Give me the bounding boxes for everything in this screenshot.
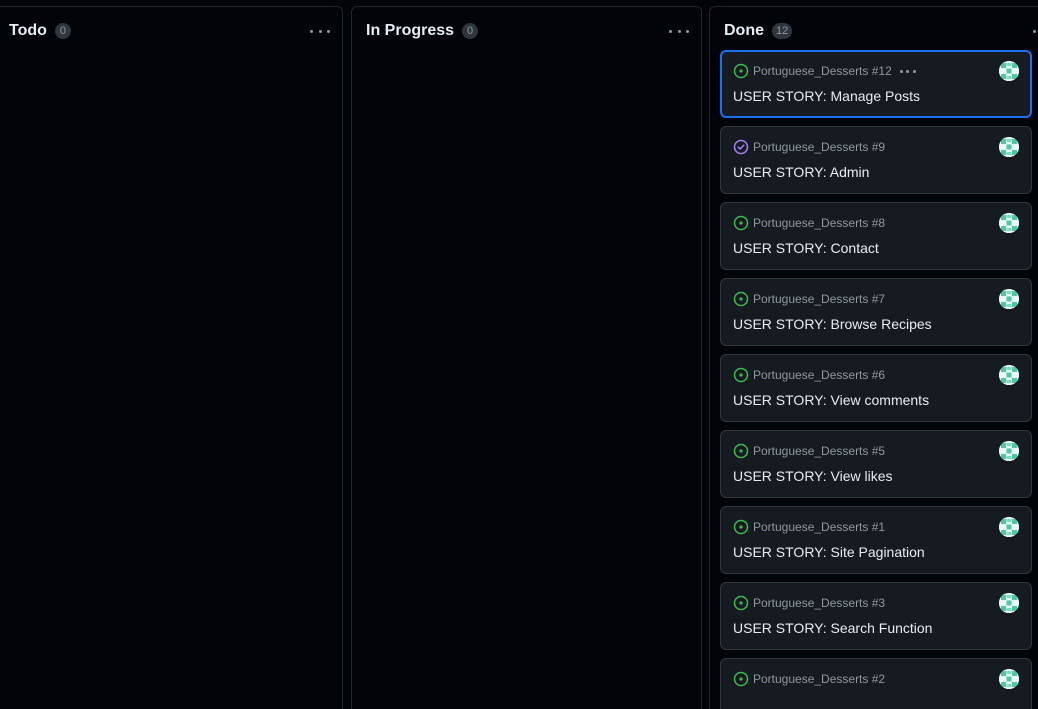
issue-reference[interactable]: Portuguese_Desserts #5: [753, 444, 885, 458]
card-meta: Portuguese_Desserts #7: [733, 291, 885, 307]
column-done: Done 12 Portuguese_Desserts #12 USER STO…: [709, 6, 1038, 709]
issue-title[interactable]: USER STORY: View comments: [733, 392, 929, 408]
issue-opened-icon: [733, 63, 749, 79]
column-title: Todo: [9, 22, 47, 39]
issue-title[interactable]: USER STORY: Browse Recipes: [733, 316, 932, 332]
issue-opened-icon: [733, 215, 749, 231]
column-header: Done 12: [710, 21, 1038, 41]
column-count-badge: 0: [54, 23, 71, 39]
card-meta: Portuguese_Desserts #3: [733, 595, 885, 611]
card-meta: Portuguese_Desserts #2: [733, 671, 885, 687]
column-header: Todo 0: [0, 21, 342, 41]
card-menu-icon[interactable]: [899, 69, 916, 73]
assignee-avatar[interactable]: [999, 137, 1019, 157]
issue-reference[interactable]: Portuguese_Desserts #8: [753, 216, 885, 230]
column-title: In Progress: [366, 22, 455, 39]
issue-title[interactable]: USER STORY: View likes: [733, 468, 893, 484]
issue-title[interactable]: USER STORY: Admin: [733, 164, 869, 180]
issue-reference[interactable]: Portuguese_Desserts #1: [753, 520, 885, 534]
column-in-progress: In Progress 0: [351, 6, 702, 709]
issue-closed-icon: [733, 139, 749, 155]
issue-card[interactable]: Portuguese_Desserts #5 USER STORY: View …: [720, 430, 1032, 498]
column-menu-icon[interactable]: [669, 28, 689, 34]
column-count-badge: 12: [772, 23, 793, 39]
assignee-avatar[interactable]: [999, 441, 1019, 461]
issue-title[interactable]: USER STORY: Contact: [733, 240, 879, 256]
issue-reference[interactable]: Portuguese_Desserts #6: [753, 368, 885, 382]
issue-title[interactable]: USER STORY: Site Pagination: [733, 544, 925, 560]
issue-opened-icon: [733, 519, 749, 535]
assignee-avatar[interactable]: [999, 289, 1019, 309]
card-meta: Portuguese_Desserts #8: [733, 215, 885, 231]
issue-reference[interactable]: Portuguese_Desserts #9: [753, 140, 885, 154]
card-meta: Portuguese_Desserts #5: [733, 443, 885, 459]
assignee-avatar[interactable]: [999, 593, 1019, 613]
issue-reference[interactable]: Portuguese_Desserts #12: [753, 64, 892, 78]
column-header: In Progress 0: [352, 21, 701, 41]
issue-card[interactable]: Portuguese_Desserts #3 USER STORY: Searc…: [720, 582, 1032, 650]
assignee-avatar[interactable]: [999, 669, 1019, 689]
issue-card[interactable]: Portuguese_Desserts #6 USER STORY: View …: [720, 354, 1032, 422]
issue-card[interactable]: Portuguese_Desserts #12 USER STORY: Mana…: [720, 50, 1032, 118]
assignee-avatar[interactable]: [999, 213, 1019, 233]
column-menu-icon[interactable]: [1033, 28, 1038, 34]
column-menu-icon[interactable]: [310, 28, 330, 34]
column-count-badge: 0: [462, 23, 479, 39]
issue-card[interactable]: Portuguese_Desserts #9 USER STORY: Admin: [720, 126, 1032, 194]
issue-opened-icon: [733, 367, 749, 383]
issue-card[interactable]: Portuguese_Desserts #7 USER STORY: Brows…: [720, 278, 1032, 346]
card-list: Portuguese_Desserts #12 USER STORY: Mana…: [720, 50, 1032, 709]
issue-card[interactable]: Portuguese_Desserts #1 USER STORY: Site …: [720, 506, 1032, 574]
issue-reference[interactable]: Portuguese_Desserts #2: [753, 672, 885, 686]
issue-opened-icon: [733, 443, 749, 459]
column-title: Done: [724, 22, 764, 39]
issue-card[interactable]: Portuguese_Desserts #2: [720, 658, 1032, 709]
issue-title[interactable]: USER STORY: Manage Posts: [733, 88, 920, 104]
issue-title[interactable]: USER STORY: Search Function: [733, 620, 932, 636]
card-meta: Portuguese_Desserts #9: [733, 139, 885, 155]
assignee-avatar[interactable]: [999, 365, 1019, 385]
assignee-avatar[interactable]: [999, 517, 1019, 537]
project-board: Todo 0 In Progress 0 Done 12 Portuguese_…: [0, 0, 1038, 709]
issue-opened-icon: [733, 291, 749, 307]
issue-opened-icon: [733, 595, 749, 611]
issue-reference[interactable]: Portuguese_Desserts #3: [753, 596, 885, 610]
issue-card[interactable]: Portuguese_Desserts #8 USER STORY: Conta…: [720, 202, 1032, 270]
assignee-avatar[interactable]: [999, 61, 1019, 81]
card-meta: Portuguese_Desserts #12: [733, 63, 916, 79]
issue-opened-icon: [733, 671, 749, 687]
column-todo: Todo 0: [0, 6, 343, 709]
card-meta: Portuguese_Desserts #1: [733, 519, 885, 535]
issue-reference[interactable]: Portuguese_Desserts #7: [753, 292, 885, 306]
card-meta: Portuguese_Desserts #6: [733, 367, 885, 383]
